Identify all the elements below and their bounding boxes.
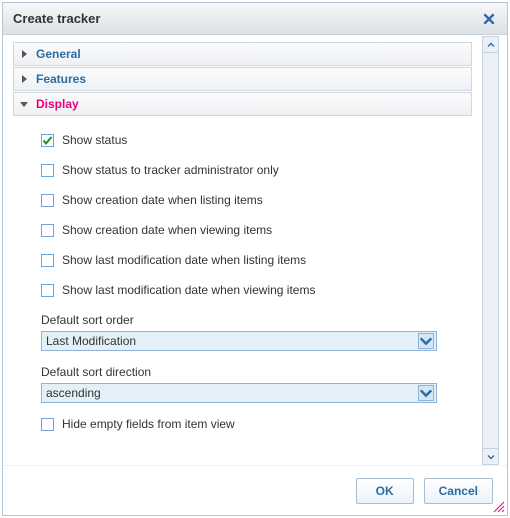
chevron-right-icon bbox=[20, 50, 28, 58]
display-panel: Show status Show status to tracker admin… bbox=[13, 117, 472, 439]
default-sort-order-select[interactable]: Last Modification bbox=[41, 331, 437, 351]
check-hide-empty-fields: Hide empty fields from item view bbox=[41, 417, 464, 431]
checkmark-icon bbox=[42, 135, 53, 146]
button-label: OK bbox=[376, 484, 394, 498]
check-last-mod-date-viewing: Show last modification date when viewing… bbox=[41, 283, 464, 297]
check-creation-date-listing: Show creation date when listing items bbox=[41, 193, 464, 207]
checkbox-label: Show creation date when listing items bbox=[62, 193, 263, 207]
cancel-button[interactable]: Cancel bbox=[424, 478, 493, 504]
dialog-title: Create tracker bbox=[13, 11, 100, 26]
resize-grip[interactable] bbox=[491, 499, 505, 513]
button-label: Cancel bbox=[439, 484, 478, 498]
dialog-close-button[interactable] bbox=[481, 11, 497, 27]
accordion-label: General bbox=[36, 47, 81, 61]
dialog-body: General Features Display Show status bbox=[11, 36, 499, 465]
checkbox[interactable] bbox=[41, 254, 54, 267]
check-show-status-admin-only: Show status to tracker administrator onl… bbox=[41, 163, 464, 177]
checkbox[interactable] bbox=[41, 418, 54, 431]
checkbox[interactable] bbox=[41, 134, 54, 147]
checkbox-label: Show status to tracker administrator onl… bbox=[62, 163, 279, 177]
checkbox[interactable] bbox=[41, 194, 54, 207]
checkbox-label: Show status bbox=[62, 133, 127, 147]
check-show-status: Show status bbox=[41, 133, 464, 147]
scroll-up-arrow-icon[interactable] bbox=[483, 37, 498, 53]
accordion-label: Display bbox=[36, 97, 79, 111]
ok-button[interactable]: OK bbox=[356, 478, 414, 504]
dialog-titlebar: Create tracker bbox=[3, 3, 507, 35]
chevron-down-icon bbox=[418, 385, 434, 401]
chevron-right-icon bbox=[20, 75, 28, 83]
default-sort-direction-select[interactable]: ascending bbox=[41, 383, 437, 403]
dialog-button-bar: OK Cancel bbox=[3, 465, 507, 515]
dialog-content: General Features Display Show status bbox=[11, 36, 478, 465]
checkbox[interactable] bbox=[41, 284, 54, 297]
checkbox-label: Show last modification date when listing… bbox=[62, 253, 306, 267]
resize-grip-icon bbox=[491, 499, 505, 513]
checkbox-label: Show creation date when viewing items bbox=[62, 223, 272, 237]
checkbox-label: Hide empty fields from item view bbox=[62, 417, 235, 431]
accordion-header-display[interactable]: Display bbox=[13, 92, 472, 116]
scroll-down-arrow-icon[interactable] bbox=[483, 448, 498, 464]
chevron-down-icon bbox=[20, 100, 28, 108]
accordion-label: Features bbox=[36, 72, 86, 86]
checkbox-label: Show last modification date when viewing… bbox=[62, 283, 315, 297]
check-last-mod-date-listing: Show last modification date when listing… bbox=[41, 253, 464, 267]
default-sort-direction-label: Default sort direction bbox=[41, 365, 464, 379]
vertical-scrollbar[interactable] bbox=[482, 36, 499, 465]
default-sort-order-label: Default sort order bbox=[41, 313, 464, 327]
select-value: ascending bbox=[46, 386, 101, 400]
chevron-down-icon bbox=[418, 333, 434, 349]
close-icon bbox=[483, 13, 495, 25]
select-value: Last Modification bbox=[46, 334, 136, 348]
checkbox[interactable] bbox=[41, 224, 54, 237]
checkbox[interactable] bbox=[41, 164, 54, 177]
accordion-header-general[interactable]: General bbox=[13, 42, 472, 66]
check-creation-date-viewing: Show creation date when viewing items bbox=[41, 223, 464, 237]
create-tracker-dialog: Create tracker General Features Display bbox=[2, 2, 508, 516]
accordion-header-features[interactable]: Features bbox=[13, 67, 472, 91]
